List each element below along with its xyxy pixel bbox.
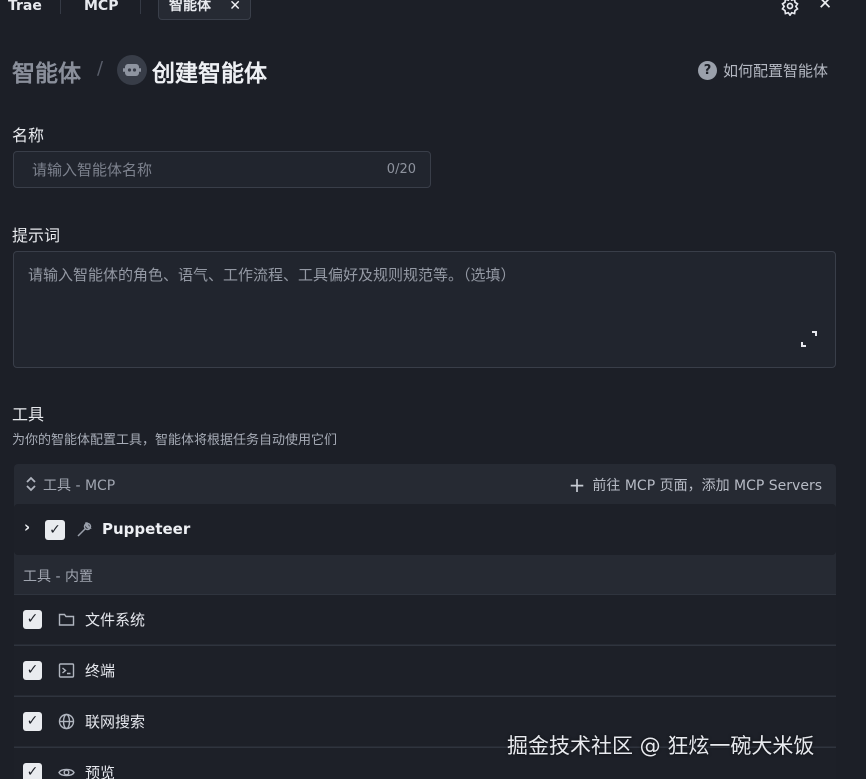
prompt-field[interactable]: [13, 251, 836, 368]
add-mcp-label: 前往 MCP 页面，添加 MCP Servers: [592, 478, 822, 494]
name-label: 名称: [12, 126, 45, 145]
agent-create-page: Trae MCP 智能体 ✕ ✕ 智能体 / 创建智能体 ? 如何配置智能体 名…: [0, 0, 866, 779]
breadcrumb-root[interactable]: 智能体: [12, 54, 81, 88]
mcp-item-name: Puppeteer: [102, 520, 191, 538]
sort-toggle-icon[interactable]: [24, 475, 38, 493]
page-title: 创建智能体: [152, 61, 267, 87]
builtin-section-title: 工具 - 内置: [23, 569, 93, 585]
tab-close-icon[interactable]: ✕: [229, 0, 241, 18]
builtin-item-terminal[interactable]: ✓ 终端: [14, 645, 836, 695]
robot-icon: [123, 64, 141, 76]
name-input[interactable]: [32, 160, 372, 180]
builtin-item-name: 联网搜索: [85, 713, 146, 731]
web-search-checkbox[interactable]: ✓: [23, 712, 42, 731]
terminal-checkbox[interactable]: ✓: [23, 661, 42, 680]
question-icon: ?: [698, 61, 717, 80]
terminal-icon: [58, 663, 75, 678]
name-field[interactable]: 0/20: [13, 151, 431, 188]
builtin-item-filesystem[interactable]: ✓ 文件系统: [14, 594, 836, 644]
builtin-item-name: 预览: [85, 764, 116, 779]
tab-agent[interactable]: 智能体 ✕: [158, 0, 251, 20]
tab-mcp[interactable]: MCP: [84, 0, 118, 20]
folder-icon: [58, 613, 75, 626]
expand-icon[interactable]: [800, 330, 818, 348]
mcp-section-header: 工具 - MCP + 前往 MCP 页面，添加 MCP Servers: [14, 464, 836, 504]
builtin-item-name: 终端: [85, 662, 116, 680]
builtin-item-name: 文件系统: [85, 611, 146, 629]
tab-bar: Trae MCP 智能体 ✕ ✕: [0, 0, 866, 22]
mcp-item-puppeteer[interactable]: › ✓ Puppeteer: [14, 504, 836, 555]
prompt-label: 提示词: [12, 226, 61, 245]
preview-checkbox[interactable]: ✓: [23, 763, 42, 779]
tools-label: 工具: [12, 405, 45, 424]
watermark-text: 掘金技术社区 @ 狂炫一碗大米饭: [507, 734, 815, 758]
puppeteer-checkbox[interactable]: ✓: [45, 520, 65, 540]
agent-avatar[interactable]: [117, 55, 147, 85]
eye-icon: [58, 768, 75, 777]
chevron-right-icon[interactable]: ›: [24, 518, 30, 536]
tab-divider: [140, 0, 141, 14]
wrench-icon: [77, 522, 92, 537]
filesystem-checkbox[interactable]: ✓: [23, 610, 42, 629]
add-mcp-servers-button[interactable]: + 前往 MCP 页面，添加 MCP Servers: [569, 475, 822, 495]
prompt-textarea[interactable]: [28, 264, 788, 354]
gear-icon[interactable]: [780, 0, 800, 16]
close-panel-icon[interactable]: ✕: [818, 0, 832, 14]
name-char-counter: 0/20: [386, 162, 416, 177]
plus-icon: +: [568, 473, 586, 497]
tools-description: 为你的智能体配置工具，智能体将根据任务自动使用它们: [12, 433, 338, 448]
help-link[interactable]: ? 如何配置智能体: [698, 60, 828, 81]
mcp-section-title: 工具 - MCP: [43, 478, 116, 494]
tab-divider: [60, 0, 61, 14]
help-link-label: 如何配置智能体: [723, 62, 829, 80]
breadcrumb-separator: /: [97, 58, 104, 79]
globe-icon: [58, 713, 75, 730]
tab-agent-label: 智能体: [169, 0, 211, 14]
tab-trae[interactable]: Trae: [8, 0, 42, 20]
